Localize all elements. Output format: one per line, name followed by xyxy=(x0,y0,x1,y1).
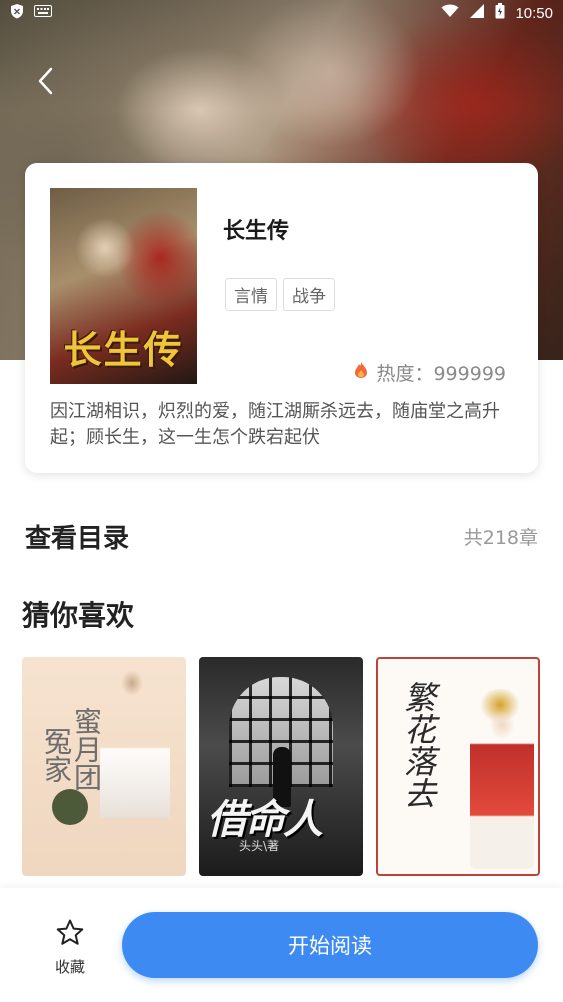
wifi-icon xyxy=(441,4,459,22)
book-cover: 长生传 xyxy=(50,188,197,384)
book-cover-title: 长生传 xyxy=(63,327,184,372)
start-reading-button[interactable]: 开始阅读 xyxy=(122,912,538,978)
signal-icon xyxy=(469,4,485,22)
flame-icon xyxy=(354,361,368,384)
book-info-card: 长生传 长生传 言情 战争 热度：999999 因江湖相识，炽烈的爱，随江湖厮杀… xyxy=(25,163,538,473)
status-right: 10:50 xyxy=(441,3,553,23)
keyboard-icon xyxy=(34,5,52,21)
cover-text: 冤家 xyxy=(40,727,73,783)
bottom-action-bar: 收藏 开始阅读 xyxy=(0,888,563,1002)
book-title: 长生传 xyxy=(223,219,290,244)
status-bar: 10:50 xyxy=(0,0,563,26)
shield-icon xyxy=(10,3,24,23)
chevron-left-icon xyxy=(37,67,53,99)
cover-seal xyxy=(52,789,88,825)
cover-author: 头头\著 xyxy=(239,839,280,853)
recommend-book-cover[interactable]: 繁花落去 xyxy=(376,657,540,876)
recommend-section-title: 猜你喜欢 xyxy=(22,599,135,632)
recommend-book-cover[interactable]: 冤家 蜜月团 xyxy=(22,657,186,876)
back-button[interactable] xyxy=(30,66,60,100)
cover-text: 蜜月团 xyxy=(70,707,103,791)
catalog-title: 查看目录 xyxy=(25,523,130,554)
star-icon xyxy=(55,918,85,952)
recommend-book-cover[interactable]: 借命人 头头\著 xyxy=(199,657,363,876)
status-left xyxy=(10,3,52,23)
catalog-row[interactable]: 查看目录 共218章 xyxy=(25,516,538,556)
battery-icon xyxy=(495,3,505,23)
cover-text: 繁花落去 xyxy=(399,681,437,809)
heat-label: 热度：999999 xyxy=(376,363,506,385)
tag: 言情 xyxy=(225,278,277,311)
book-synopsis: 因江湖相识，炽烈的爱，随江湖厮杀远去，随庙堂之高升起；顾长生，这一生怎个跌宕起伏 xyxy=(50,401,500,448)
recommend-list: 冤家 蜜月团 借命人 头头\著 繁花落去 xyxy=(22,657,540,876)
cover-figure xyxy=(100,667,170,867)
chapter-count: 共218章 xyxy=(463,526,538,549)
tag: 战争 xyxy=(283,278,335,311)
favorite-button[interactable]: 收藏 xyxy=(44,918,96,977)
heat-indicator: 热度：999999 xyxy=(354,359,506,386)
cover-figure xyxy=(470,689,534,869)
favorite-label: 收藏 xyxy=(54,958,85,976)
tag-list: 言情 战争 xyxy=(225,278,335,311)
status-time: 10:50 xyxy=(515,4,553,22)
